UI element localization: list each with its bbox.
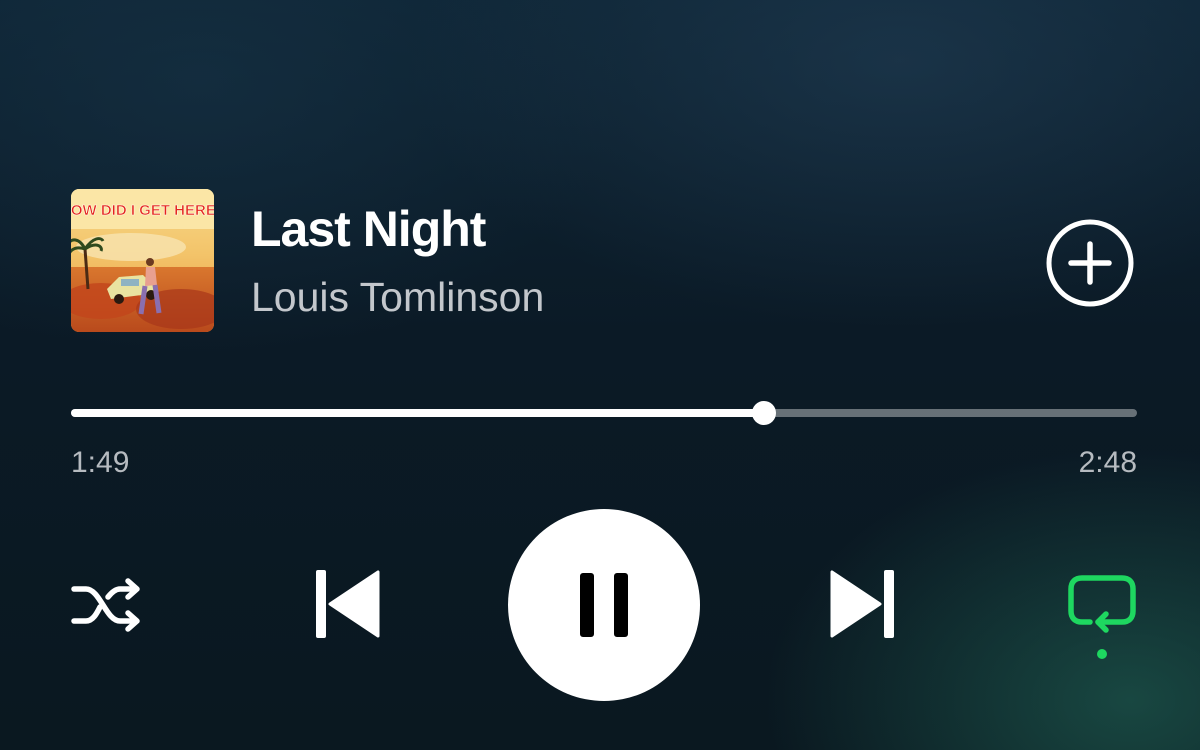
next-button[interactable] (826, 568, 898, 640)
previous-button[interactable] (312, 568, 384, 640)
album-art: HOW DID I GET HERE? (71, 189, 214, 332)
repeat-icon (1068, 575, 1136, 659)
track-artist[interactable]: Louis Tomlinson (251, 274, 544, 321)
total-duration: 2:48 (1078, 446, 1137, 479)
add-to-library-button[interactable] (1045, 218, 1135, 308)
skip-previous-icon (316, 570, 380, 638)
pause-icon (580, 573, 628, 637)
progress-slider[interactable] (71, 395, 1137, 431)
album-cover-title: HOW DID I GET HERE? (71, 202, 214, 219)
shuffle-button[interactable] (70, 575, 146, 635)
repeat-button[interactable] (1062, 570, 1142, 662)
shuffle-icon (71, 578, 140, 632)
track-title[interactable]: Last Night (251, 200, 486, 258)
skip-next-icon (830, 570, 894, 638)
progress-thumb[interactable] (751, 401, 776, 425)
add-circle-icon (1046, 219, 1134, 307)
pause-button[interactable] (508, 509, 700, 701)
repeat-active-dot (1097, 649, 1107, 659)
progress-fill (71, 409, 764, 417)
elapsed-time: 1:49 (71, 446, 130, 479)
album-cover-image: HOW DID I GET HERE? (71, 189, 214, 332)
